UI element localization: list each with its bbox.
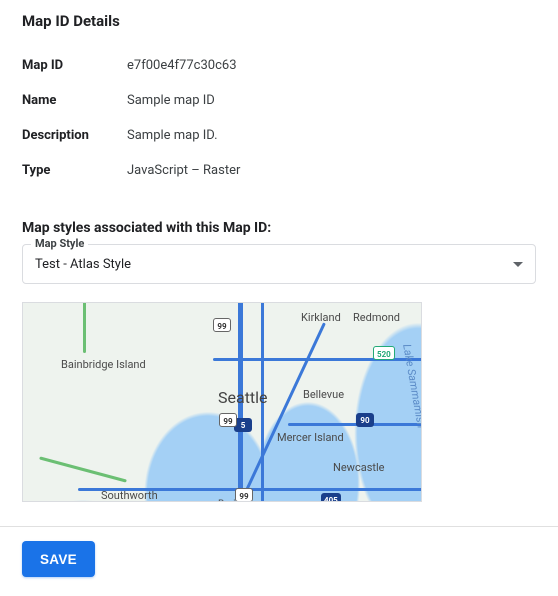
map-place-label: Kirkland: [301, 311, 341, 324]
map-preview: Seattle Kirkland Redmond Bellevue Mercer…: [22, 302, 422, 502]
map-place-label: Bainbridge Island: [61, 358, 146, 371]
footer-bar: SAVE: [0, 526, 558, 591]
table-row: Description Sample map ID.: [22, 118, 536, 153]
highway-badge: 520: [373, 346, 395, 360]
field-label: Type: [22, 153, 127, 188]
field-label: Map ID: [22, 48, 127, 83]
map-place-label: Newcastle: [333, 461, 384, 474]
route-badge: 99: [219, 413, 237, 427]
route-badge: 99: [235, 488, 253, 502]
map-place-label: Redmond: [353, 311, 400, 324]
dropdown-arrow-icon: [513, 262, 523, 267]
section-title-map-styles: Map styles associated with this Map ID:: [22, 220, 536, 236]
field-value-type: JavaScript – Raster: [127, 153, 536, 188]
save-button[interactable]: SAVE: [22, 541, 95, 577]
select-value: Test - Atlas Style: [35, 257, 513, 272]
table-row: Map ID e7f00e4f77c30c63: [22, 48, 536, 83]
select-label: Map Style: [31, 237, 88, 250]
field-value-name: Sample map ID: [127, 83, 536, 118]
table-row: Name Sample map ID: [22, 83, 536, 118]
field-value-map-id: e7f00e4f77c30c63: [127, 48, 536, 83]
interstate-badge: 405: [321, 493, 341, 502]
map-place-label: Bellevue: [303, 388, 344, 401]
map-place-label: Mercer Island: [277, 431, 344, 444]
map-style-select[interactable]: Map Style Test - Atlas Style: [22, 244, 536, 284]
field-value-description: Sample map ID.: [127, 118, 536, 153]
table-row: Type JavaScript – Raster: [22, 153, 536, 188]
interstate-badge: 90: [356, 413, 374, 427]
map-place-label: Southworth: [101, 489, 158, 502]
field-label: Description: [22, 118, 127, 153]
section-title-map-id-details: Map ID Details: [22, 12, 536, 30]
field-label: Name: [22, 83, 127, 118]
details-table: Map ID e7f00e4f77c30c63 Name Sample map …: [22, 48, 536, 188]
route-badge: 99: [213, 318, 231, 332]
map-city-label: Seattle: [218, 388, 268, 407]
